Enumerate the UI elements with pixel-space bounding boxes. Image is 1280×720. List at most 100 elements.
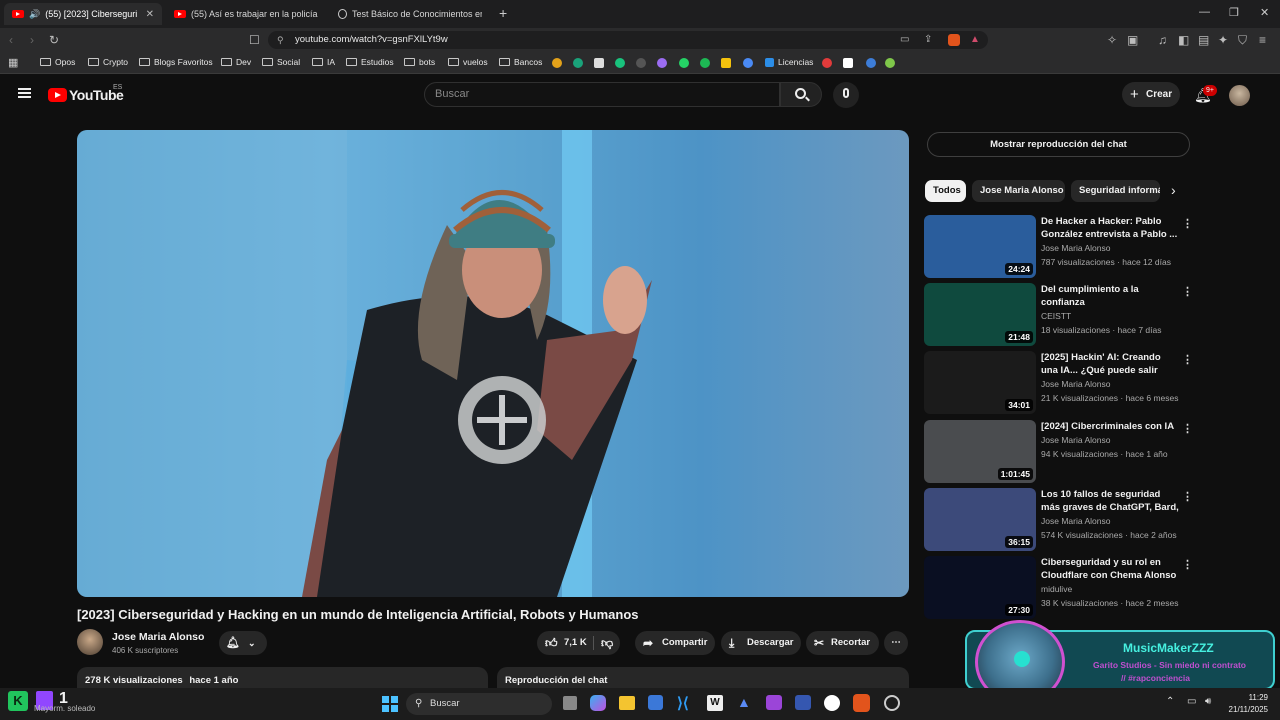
restore-icon[interactable]: ❐ bbox=[1229, 6, 1239, 19]
bookmark-favicon-icon[interactable] bbox=[885, 58, 895, 68]
app-a-icon[interactable]: ▲ bbox=[737, 694, 751, 710]
copilot-icon[interactable] bbox=[590, 695, 606, 711]
recommendation-channel[interactable]: Jose Maria Alonso bbox=[1041, 435, 1110, 445]
more-actions-button[interactable]: ⋯ bbox=[884, 631, 908, 655]
clock-time[interactable]: 11:29 bbox=[1230, 693, 1268, 702]
bookmark-favicon-icon[interactable] bbox=[594, 58, 604, 68]
volume-icon[interactable]: 🔊︎ bbox=[1205, 696, 1211, 707]
recommendation-item[interactable]: 21:48 Del cumplimiento a la confianza CEIS… bbox=[924, 283, 1193, 347]
more-vertical-icon[interactable]: ⋮ bbox=[1182, 353, 1193, 366]
taskbar-search[interactable]: ⚲ Buscar bbox=[406, 693, 552, 715]
spotify-icon[interactable] bbox=[700, 58, 710, 68]
search-input[interactable]: Buscar bbox=[424, 82, 780, 107]
hamburger-menu-icon[interactable] bbox=[18, 88, 31, 98]
powershell-icon[interactable] bbox=[795, 695, 811, 710]
bookmark-icon[interactable]: ☐ bbox=[249, 32, 260, 48]
vscode-icon[interactable]: ⟩⟨ bbox=[677, 694, 689, 712]
obs-icon[interactable] bbox=[884, 695, 900, 711]
video-thumbnail[interactable]: 21:48 bbox=[924, 283, 1036, 346]
brave-rewards-icon[interactable]: ▲ bbox=[970, 31, 980, 49]
recommendation-title[interactable]: Ciberseguridad y su rol en Cloudflare co… bbox=[1041, 556, 1179, 583]
search-button[interactable] bbox=[780, 82, 822, 107]
channel-name[interactable]: Jose Maria Alonso bbox=[112, 631, 204, 643]
clip-button[interactable]: ✂ Recortar bbox=[806, 631, 879, 655]
more-vertical-icon[interactable]: ⋮ bbox=[1182, 490, 1193, 503]
recommendation-title[interactable]: De Hacker a Hacker: Pablo González entre… bbox=[1041, 215, 1179, 241]
store-icon[interactable] bbox=[648, 695, 663, 710]
bookmark-folder[interactable]: Social bbox=[262, 57, 300, 67]
recommendation-title[interactable]: [2024] Cibercriminales con IA bbox=[1041, 420, 1179, 433]
chip-todos[interactable]: Todos bbox=[925, 180, 966, 202]
more-vertical-icon[interactable]: ⋮ bbox=[1182, 558, 1193, 571]
back-icon[interactable]: ‹ bbox=[9, 32, 13, 48]
bookmark-favicon-icon[interactable] bbox=[743, 58, 753, 68]
tab-policia[interactable]: (55) Así es trabajar en la policía com bbox=[166, 3, 326, 25]
tab-video[interactable]: 🔊 (55) [2023] Ciberseguridad y ✕ bbox=[4, 3, 162, 25]
bookmark-favicon-icon[interactable] bbox=[552, 58, 562, 68]
bookmark-favicon-icon[interactable] bbox=[573, 58, 583, 68]
bookmark-folder[interactable]: Crypto bbox=[88, 57, 128, 67]
close-window-icon[interactable]: ✕ bbox=[1260, 6, 1269, 19]
youtube-logo-icon[interactable] bbox=[48, 88, 67, 102]
bookmark-favicon-icon[interactable] bbox=[866, 58, 876, 68]
more-vertical-icon[interactable]: ⋮ bbox=[1182, 217, 1193, 230]
more-vertical-icon[interactable]: ⋮ bbox=[1182, 285, 1193, 298]
menu-icon[interactable]: ≡ bbox=[1259, 32, 1266, 48]
video-thumbnail[interactable]: 1:01:45 bbox=[924, 420, 1036, 483]
tab-test[interactable]: Test Básico de Conocimientos en Inst bbox=[330, 3, 490, 25]
media-icon[interactable]: ♫ bbox=[1158, 32, 1167, 48]
tray-chevron-icon[interactable]: ⌃ bbox=[1166, 696, 1174, 707]
recommendation-channel[interactable]: Jose Maria Alonso bbox=[1041, 243, 1110, 253]
video-thumbnail[interactable]: 24:24 bbox=[924, 215, 1036, 278]
channel-avatar[interactable] bbox=[77, 629, 103, 655]
site-info-icon[interactable]: ⚲ bbox=[277, 31, 284, 49]
whatsapp-icon[interactable] bbox=[679, 58, 689, 68]
recommendation-channel[interactable]: Jose Maria Alonso bbox=[1041, 516, 1110, 526]
screenshot-icon[interactable]: ▣ bbox=[1127, 32, 1138, 48]
clock-date[interactable]: 21/11/2025 bbox=[1225, 705, 1268, 714]
task-view-icon[interactable] bbox=[563, 696, 577, 710]
recommendation-item[interactable]: 24:24 De Hacker a Hacker: Pablo González … bbox=[924, 215, 1193, 279]
address-bar[interactable]: ⚲ youtube.com/watch?v=gsnFXlLYt9w ▭ ⇪ ▲ bbox=[268, 31, 988, 49]
recommendation-channel[interactable]: midulive bbox=[1041, 584, 1072, 594]
recommendation-item[interactable]: 1:01:45 [2024] Cibercriminales con IA Jose… bbox=[924, 420, 1193, 484]
recommendation-title[interactable]: Del cumplimiento a la confianza bbox=[1041, 283, 1179, 309]
create-button[interactable]: + Crear bbox=[1122, 82, 1180, 107]
brave-shield-icon[interactable] bbox=[948, 34, 960, 46]
bookmark-folder[interactable]: Blogs Favoritos bbox=[139, 57, 213, 67]
sidebar-icon[interactable]: ◧ bbox=[1178, 32, 1189, 48]
new-tab-button[interactable]: + bbox=[499, 5, 507, 21]
like-count[interactable]: 7,1 K bbox=[564, 631, 587, 655]
share-button[interactable]: ➦ Compartir bbox=[635, 631, 715, 655]
more-vertical-icon[interactable]: ⋮ bbox=[1182, 422, 1193, 435]
recommendation-item[interactable]: 36:15 Los 10 fallos de seguridad más grav… bbox=[924, 488, 1193, 552]
bookmark-folder[interactable]: Bancos bbox=[499, 57, 542, 67]
github-icon[interactable] bbox=[824, 695, 840, 711]
chip-channel[interactable]: Jose Maria Alonso bbox=[972, 180, 1065, 202]
bookmark-favicon-icon[interactable] bbox=[636, 58, 646, 68]
bookmark-licencias[interactable]: Licencias bbox=[765, 57, 813, 67]
video-thumbnail[interactable]: 27:30 bbox=[924, 556, 1036, 619]
apps-grid-icon[interactable]: ▦ bbox=[8, 56, 18, 69]
recommendation-title[interactable]: [2025] Hackin' AI: Creando una IA... ¿Qu… bbox=[1041, 351, 1179, 378]
dislike-icon[interactable]: 👎︎ bbox=[601, 631, 613, 655]
recommendation-item[interactable]: 27:30 Ciberseguridad y su rol en Cloudfla… bbox=[924, 556, 1193, 620]
bookmark-favicon-icon[interactable] bbox=[822, 58, 832, 68]
show-chat-replay-button[interactable]: Mostrar reproducción del chat bbox=[927, 132, 1190, 157]
subscription-bell-button[interactable]: 🔔︎ ⌄ bbox=[219, 631, 267, 655]
app-folder-icon[interactable] bbox=[766, 695, 782, 710]
recommendation-item[interactable]: 34:01 [2025] Hackin' AI: Creando una IA..… bbox=[924, 351, 1193, 415]
bookmark-favicon-icon[interactable] bbox=[615, 58, 625, 68]
bookmark-favicon-icon[interactable] bbox=[657, 58, 667, 68]
bookmark-folder[interactable]: bots bbox=[404, 57, 435, 67]
chevron-right-icon[interactable]: › bbox=[1171, 182, 1176, 198]
video-thumbnail[interactable]: 34:01 bbox=[924, 351, 1036, 414]
bookmark-folder[interactable]: IA bbox=[312, 57, 335, 67]
bookmark-folder[interactable]: vuelos bbox=[448, 57, 488, 67]
extensions-icon[interactable]: ✧ bbox=[1107, 32, 1117, 48]
wallet-icon[interactable]: ▤ bbox=[1198, 32, 1209, 48]
notion-icon[interactable]: W bbox=[707, 695, 723, 711]
voice-search-button[interactable] bbox=[833, 82, 859, 108]
brave-icon[interactable] bbox=[853, 694, 870, 712]
download-button[interactable]: ⤓ Descargar bbox=[721, 631, 801, 655]
